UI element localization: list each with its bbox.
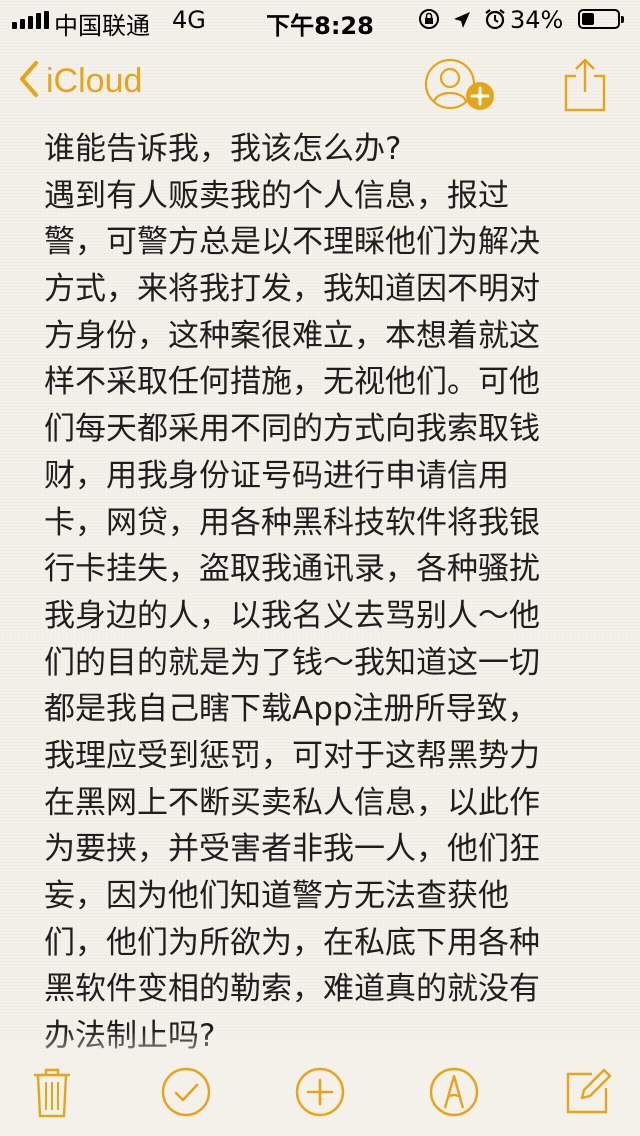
note-line: 样不采取任何措施，无视他们。可他 bbox=[44, 364, 540, 401]
note-line: 们每天都采用不同的方式向我索取钱 bbox=[44, 411, 540, 448]
note-line: 都是我自己瞎下载App注册所导致， bbox=[44, 691, 539, 728]
share-icon bbox=[564, 58, 606, 112]
note-line: 遇到有人贩卖我的个人信息，报过 bbox=[44, 177, 509, 214]
note-line: 我理应受到惩罚，可对于这帮黑势力 bbox=[44, 737, 540, 774]
battery-icon bbox=[578, 9, 624, 29]
note-line: 妄，因为他们知道警方无法查获他 bbox=[44, 878, 509, 914]
share-button[interactable] bbox=[562, 56, 608, 112]
add-person-button[interactable] bbox=[424, 58, 500, 114]
note-line: 方式，来将我打发，我知道因不明对 bbox=[44, 271, 540, 308]
status-icons bbox=[418, 8, 506, 36]
markup-button[interactable] bbox=[426, 1064, 482, 1120]
note-line: 黑软件变相的勒索，难道真的就没有 bbox=[44, 971, 540, 1008]
note-body[interactable]: 谁能告诉我，我该怎么办? 遇到有人贩卖我的个人信息，报过 警，可警方总是以不理睬他们… bbox=[44, 126, 604, 1060]
checklist-icon bbox=[161, 1067, 211, 1117]
status-bar: 中国联通 4G 下午8:28 34% bbox=[0, 0, 640, 40]
markup-icon bbox=[429, 1067, 479, 1117]
note-line: 谁能告诉我，我该怎么办? bbox=[44, 131, 402, 167]
note-line: 们的目的就是为了钱～我知道这一切 bbox=[44, 644, 540, 681]
battery-fill bbox=[582, 13, 594, 25]
back-button[interactable]: iCloud bbox=[18, 60, 142, 102]
note-line: 财，用我身份证号码进行申请信用 bbox=[44, 457, 509, 494]
battery-percentage: 34% bbox=[510, 6, 564, 34]
chevron-left-icon bbox=[18, 60, 40, 102]
checklist-button[interactable] bbox=[158, 1064, 214, 1120]
alarm-icon bbox=[484, 8, 506, 36]
note-line: 我身边的人，以我名义去骂别人～他 bbox=[44, 597, 540, 634]
add-person-icon bbox=[424, 58, 494, 110]
battery-tip bbox=[621, 16, 624, 23]
note-line: 卡，网贷，用各种黑科技软件将我银 bbox=[44, 504, 540, 541]
trash-icon bbox=[34, 1068, 70, 1118]
note-line: 在黑网上不断买卖私人信息，以此作 bbox=[44, 784, 540, 821]
add-button[interactable] bbox=[292, 1064, 348, 1120]
compose-icon bbox=[566, 1068, 612, 1114]
add-icon bbox=[295, 1067, 345, 1117]
note-line: 方身份，这种案很难立，本想着就这 bbox=[44, 317, 540, 354]
note-line: 为要挟，并受害者非我一人，他们狂 bbox=[44, 831, 540, 868]
back-button-label: iCloud bbox=[46, 61, 143, 100]
location-icon bbox=[452, 8, 472, 36]
compose-button[interactable] bbox=[560, 1064, 616, 1120]
delete-button[interactable] bbox=[24, 1064, 80, 1120]
note-line: 行卡挂失，盗取我通讯录，各种骚扰 bbox=[44, 551, 540, 588]
orientation-lock-icon bbox=[418, 8, 440, 36]
note-line: 警，可警方总是以不理睬他们为解决 bbox=[44, 224, 540, 261]
note-line: 们，他们为所欲为，在私底下用各种 bbox=[44, 924, 540, 961]
